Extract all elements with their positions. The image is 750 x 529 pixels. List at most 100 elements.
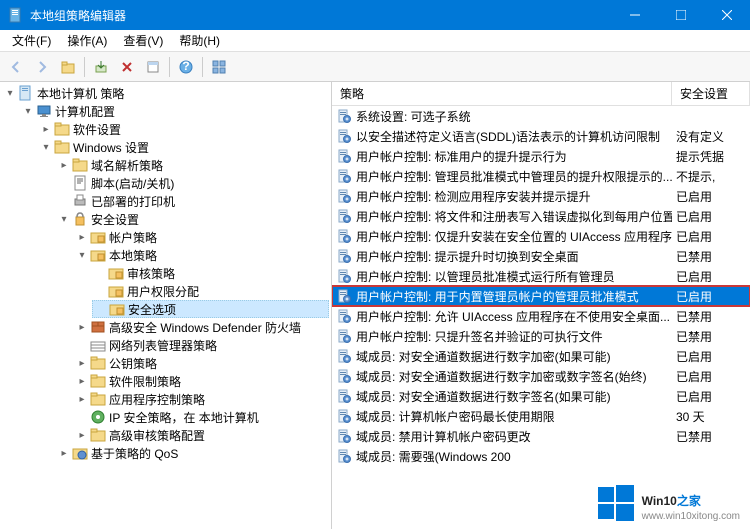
policy-name-cell: 用户帐户控制: 以管理员批准模式运行所有管理员 <box>332 267 672 286</box>
tree-scripts[interactable]: ▸ 脚本(启动/关机) <box>56 174 329 192</box>
tree-computer-config[interactable]: ▾ 计算机配置 <box>20 102 329 120</box>
tree-account-policies[interactable]: ▸ 帐户策略 <box>74 228 329 246</box>
tree-ip-security[interactable]: ▸ IP 安全策略，在 本地计算机 <box>74 408 329 426</box>
policy-name: 以安全描述符定义语言(SDDL)语法表示的计算机访问限制 <box>356 128 660 145</box>
list-item[interactable]: 用户帐户控制: 以管理员批准模式运行所有管理员已启用 <box>332 266 750 286</box>
window-controls <box>612 0 750 30</box>
view-button[interactable] <box>207 55 231 79</box>
up-button[interactable] <box>56 55 80 79</box>
tree-deployed-printers[interactable]: ▸ 已部署的打印机 <box>56 192 329 210</box>
policy-folder-icon <box>90 247 106 263</box>
list-item[interactable]: 域成员: 禁用计算机帐户密码更改已禁用 <box>332 426 750 446</box>
expand-icon[interactable]: ▸ <box>38 121 54 137</box>
column-policy[interactable]: 策略 <box>332 82 672 105</box>
close-button[interactable] <box>704 0 750 30</box>
policy-name: 域成员: 计算机帐户密码最长使用期限 <box>356 408 555 425</box>
forward-button[interactable] <box>30 55 54 79</box>
expand-icon[interactable]: ▸ <box>74 229 90 245</box>
policy-setting-cell: 已禁用 <box>672 327 750 346</box>
tree-software-restriction[interactable]: ▸ 软件限制策略 <box>74 372 329 390</box>
computer-icon <box>36 103 52 119</box>
tree-advanced-audit[interactable]: ▸ 高级审核策略配置 <box>74 426 329 444</box>
list-item[interactable]: 系统设置: 可选子系统 <box>332 106 750 126</box>
list-item[interactable]: 域成员: 需要强(Windows 200 <box>332 446 750 466</box>
firewall-icon <box>90 319 106 335</box>
menu-file[interactable]: 文件(F) <box>4 30 59 51</box>
tree-panel[interactable]: ▾ 本地计算机 策略 ▾ 计算机配置 ▸ <box>0 82 332 529</box>
policy-name-cell: 以安全描述符定义语言(SDDL)语法表示的计算机访问限制 <box>332 127 672 146</box>
tree-label: 计算机配置 <box>55 103 115 120</box>
delete-button[interactable] <box>115 55 139 79</box>
tree-public-key[interactable]: ▸ 公钥策略 <box>74 354 329 372</box>
tree-label: 高级安全 Windows Defender 防火墙 <box>109 319 301 336</box>
expand-icon[interactable]: ▸ <box>74 427 90 443</box>
export-button[interactable] <box>89 55 113 79</box>
list-item[interactable]: 用户帐户控制: 提示提升时切换到安全桌面已禁用 <box>332 246 750 266</box>
list-item[interactable]: 域成员: 对安全通道数据进行数字加密(如果可能)已启用 <box>332 346 750 366</box>
tree-label: 应用程序控制策略 <box>109 391 205 408</box>
collapse-icon[interactable]: ▾ <box>56 211 72 227</box>
policy-setting-cell: 已启用 <box>672 267 750 286</box>
content-area: ▾ 本地计算机 策略 ▾ 计算机配置 ▸ <box>0 82 750 529</box>
policy-icon <box>336 408 352 424</box>
tree-name-resolution[interactable]: ▸ 域名解析策略 <box>56 156 329 174</box>
help-button[interactable]: ? <box>174 55 198 79</box>
tree-windows-settings[interactable]: ▾ Windows 设置 <box>38 138 329 156</box>
list-item[interactable]: 域成员: 对安全通道数据进行数字加密或数字签名(始终)已启用 <box>332 366 750 386</box>
list-item[interactable]: 域成员: 对安全通道数据进行数字签名(如果可能)已启用 <box>332 386 750 406</box>
back-button[interactable] <box>4 55 28 79</box>
policy-icon <box>336 428 352 444</box>
list-item[interactable]: 用户帐户控制: 只提升签名并验证的可执行文件已禁用 <box>332 326 750 346</box>
list-item[interactable]: 以安全描述符定义语言(SDDL)语法表示的计算机访问限制没有定义 <box>332 126 750 146</box>
tree-software-settings[interactable]: ▸ 软件设置 <box>38 120 329 138</box>
expand-icon[interactable]: ▸ <box>56 157 72 173</box>
tree-label: 本地计算机 策略 <box>37 85 124 102</box>
list-panel[interactable]: 策略 安全设置 系统设置: 可选子系统以安全描述符定义语言(SDDL)语法表示的… <box>332 82 750 529</box>
list-item[interactable]: 域成员: 计算机帐户密码最长使用期限30 天 <box>332 406 750 426</box>
policy-name: 用户帐户控制: 用于内置管理员帐户的管理员批准模式 <box>356 288 639 305</box>
list-item[interactable]: 用户帐户控制: 将文件和注册表写入错误虚拟化到每用户位置已启用 <box>332 206 750 226</box>
maximize-button[interactable] <box>658 0 704 30</box>
tree-root[interactable]: ▾ 本地计算机 策略 <box>2 84 329 102</box>
list-item[interactable]: 用户帐户控制: 标准用户的提升提示行为提示凭据 <box>332 146 750 166</box>
properties-button[interactable] <box>141 55 165 79</box>
tree-user-rights[interactable]: ▸ 用户权限分配 <box>92 282 329 300</box>
column-setting[interactable]: 安全设置 <box>672 82 750 105</box>
tree-security-settings[interactable]: ▾ 安全设置 <box>56 210 329 228</box>
expand-icon[interactable]: ▸ <box>74 355 90 371</box>
tree-local-policies[interactable]: ▾ 本地策略 <box>74 246 329 264</box>
expand-icon[interactable]: ▸ <box>74 373 90 389</box>
policy-name: 用户帐户控制: 检测应用程序安装并提示提升 <box>356 188 591 205</box>
tree-qos[interactable]: ▸ 基于策略的 QoS <box>56 444 329 462</box>
tree-audit-policy[interactable]: ▸ 审核策略 <box>92 264 329 282</box>
expand-icon[interactable]: ▸ <box>74 391 90 407</box>
collapse-icon[interactable]: ▾ <box>20 103 36 119</box>
menu-view[interactable]: 查看(V) <box>115 30 171 51</box>
tree-windows-defender[interactable]: ▸ 高级安全 Windows Defender 防火墙 <box>74 318 329 336</box>
list-item[interactable]: 用户帐户控制: 仅提升安装在安全位置的 UIAccess 应用程序已启用 <box>332 226 750 246</box>
collapse-icon[interactable]: ▾ <box>2 85 18 101</box>
tree-app-control[interactable]: ▸ 应用程序控制策略 <box>74 390 329 408</box>
tree-network-list[interactable]: ▸ 网络列表管理器策略 <box>74 336 329 354</box>
list-item[interactable]: 用户帐户控制: 检测应用程序安装并提示提升已启用 <box>332 186 750 206</box>
expand-icon[interactable]: ▸ <box>74 319 90 335</box>
printer-icon <box>72 193 88 209</box>
qos-icon <box>72 445 88 461</box>
policy-setting-cell: 提示凭据 <box>672 147 750 166</box>
menu-help[interactable]: 帮助(H) <box>171 30 228 51</box>
folder-icon <box>90 355 106 371</box>
collapse-icon[interactable]: ▾ <box>38 139 54 155</box>
list-item[interactable]: 用户帐户控制: 用于内置管理员帐户的管理员批准模式已启用 <box>332 286 750 306</box>
policy-name: 用户帐户控制: 允许 UIAccess 应用程序在不使用安全桌面... <box>356 308 670 325</box>
policy-icon <box>336 268 352 284</box>
policy-name-cell: 域成员: 禁用计算机帐户密码更改 <box>332 427 672 446</box>
minimize-button[interactable] <box>612 0 658 30</box>
tree-security-options[interactable]: ▸ 安全选项 <box>92 300 329 318</box>
menu-action[interactable]: 操作(A) <box>59 30 115 51</box>
collapse-icon[interactable]: ▾ <box>74 247 90 263</box>
list-item[interactable]: 用户帐户控制: 允许 UIAccess 应用程序在不使用安全桌面...已禁用 <box>332 306 750 326</box>
policy-icon <box>336 108 352 124</box>
list-item[interactable]: 用户帐户控制: 管理员批准模式中管理员的提升权限提示的...不提示, <box>332 166 750 186</box>
expand-icon[interactable]: ▸ <box>56 445 72 461</box>
tree-label: 脚本(启动/关机) <box>91 175 174 192</box>
